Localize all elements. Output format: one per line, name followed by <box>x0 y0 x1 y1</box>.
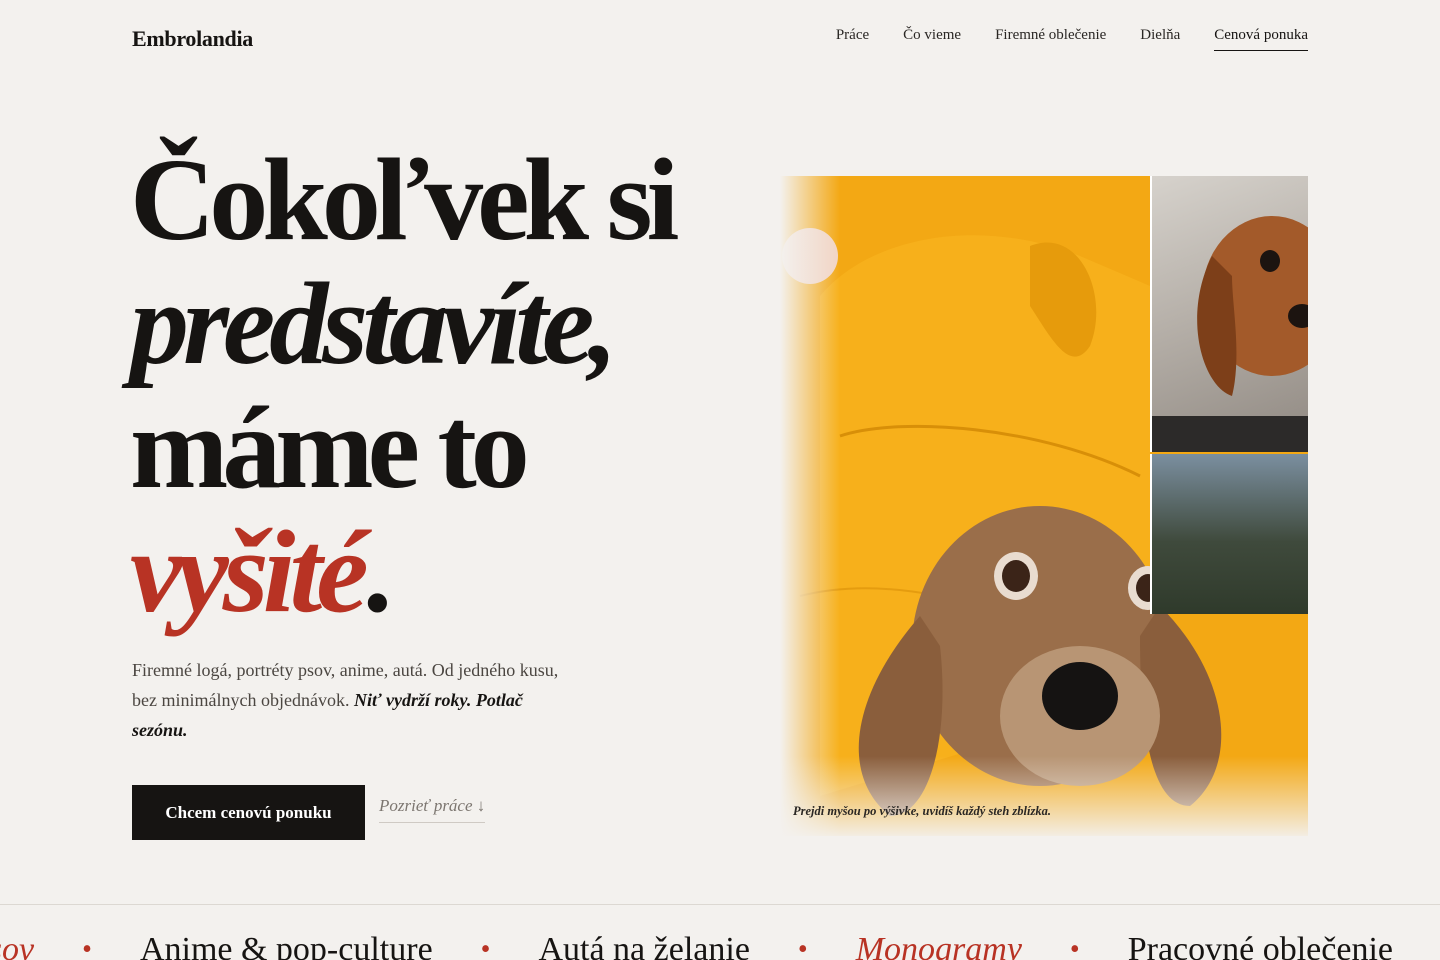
hero-headline: Čokoľvek si predstavíte, máme to vyšité. <box>130 138 770 634</box>
collage-fade-bottom <box>780 756 1308 836</box>
nav-link-cenova-ponuka[interactable]: Cenová ponuka <box>1214 27 1308 51</box>
outdoor-photo <box>1150 454 1308 614</box>
collage-fade-left <box>780 176 840 836</box>
headline-line-3: máme to <box>130 382 530 513</box>
marquee-item: Autá na želanie <box>538 931 750 960</box>
marquee-separator: • <box>82 934 92 960</box>
nav-link-dielna[interactable]: Dielňa <box>1140 27 1180 51</box>
embroidery-collage[interactable] <box>780 176 1308 836</box>
headline-line-2: predstavíte, <box>130 258 618 389</box>
headline-accent-word: vyšité <box>130 506 369 637</box>
marquee-item: Pracovné oblečenie <box>1127 931 1393 960</box>
dachshund-photo <box>1150 176 1308 452</box>
collage-caption: Prejdi myšou po výšivke, uvidíš každý st… <box>793 804 1051 818</box>
marquee-separator: • <box>1069 934 1080 960</box>
headline-period: . <box>362 506 392 637</box>
marquee-separator: • <box>480 934 491 960</box>
nav-link-prace[interactable]: Práce <box>836 27 869 51</box>
nav-link-co-vieme[interactable]: Čo vieme <box>903 27 961 51</box>
headline-line-1: Čokoľvek si <box>130 134 679 265</box>
marquee-item: Portréty psov <box>0 931 35 960</box>
headline-line-4: vyšité. <box>130 510 770 634</box>
main-nav: Práce Čo vieme Firemné oblečenie Dielňa … <box>836 27 1308 51</box>
view-work-link[interactable]: Pozrieť práce ↓ <box>379 796 486 823</box>
category-marquee: Portréty psov • Anime & pop-culture • Au… <box>0 930 1440 960</box>
hero-lead: Firemné logá, portréty psov, anime, autá… <box>132 655 572 745</box>
quote-cta-button[interactable]: Chcem cenovú ponuku <box>132 785 365 840</box>
brand-logo[interactable]: Embrolandia <box>132 26 253 52</box>
marquee-item: Monogramy <box>855 931 1022 960</box>
section-divider <box>0 904 1440 905</box>
nav-link-firemne-oblecenie[interactable]: Firemné oblečenie <box>995 27 1106 51</box>
marquee-item: Anime & pop-culture <box>139 931 433 960</box>
marquee-separator: • <box>797 934 808 960</box>
